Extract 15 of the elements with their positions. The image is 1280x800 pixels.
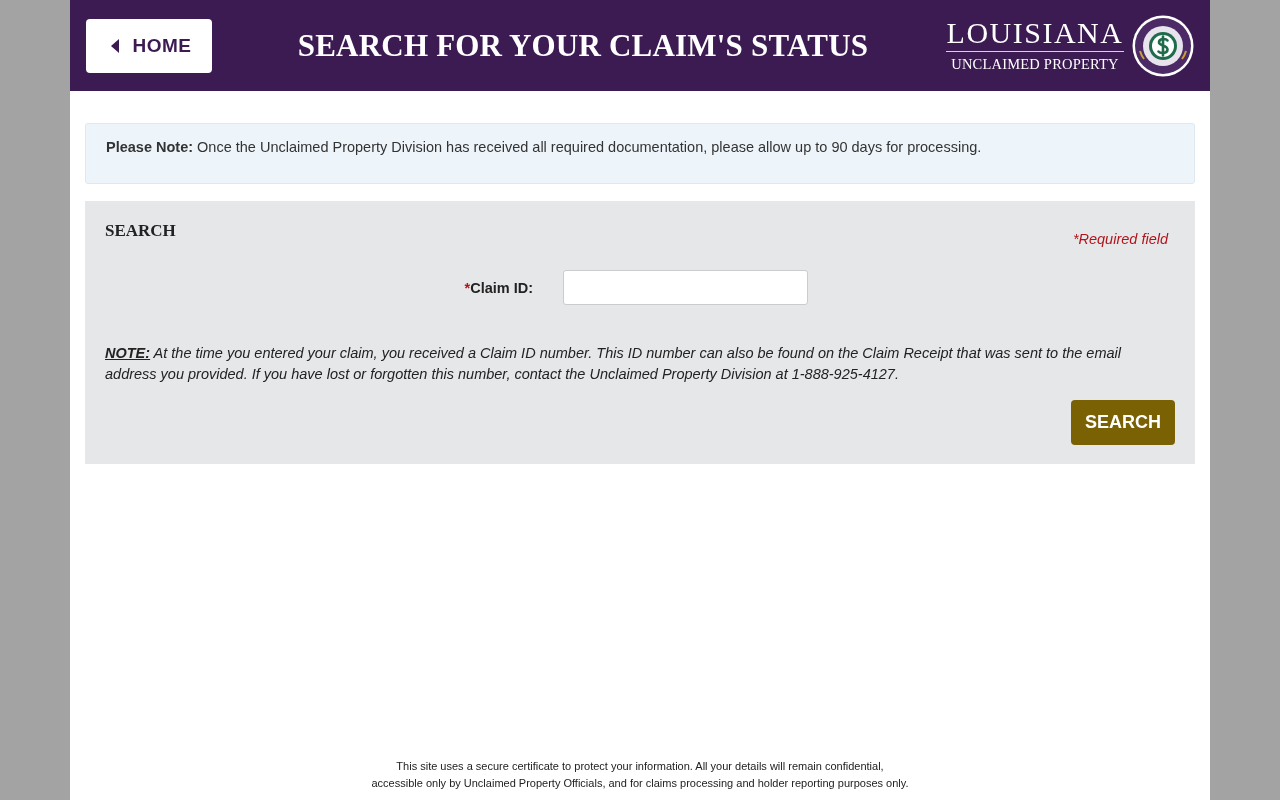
logo-title: LOUISIANA (946, 17, 1124, 52)
claim-id-input[interactable] (563, 270, 808, 305)
notice-text: Please Note: Once the Unclaimed Property Division has received all required documentation, please allow up to 90 days for processing. (106, 138, 983, 157)
home-button[interactable]: HOME (86, 18, 212, 73)
required-field-note: *Required field (1072, 231, 1168, 247)
footer-text: This site uses a secure certificate to protect your information. All your details will remain confidential, (396, 759, 884, 774)
caret-icon (110, 38, 119, 53)
search-button[interactable]: SEARCH (1071, 400, 1175, 445)
section-heading: SEARCH (105, 221, 176, 241)
claim-id-label: *Claim ID: (463, 279, 534, 296)
note-text: NOTE: At the time you entered your claim, you received a Claim ID number. This ID number can also be found on the Claim Receipt that was sent to the email address you provided. If you have lost or forgotten this number, contact the Unclaimed Property Division at 1-888-925-4127. (105, 344, 1123, 384)
logo-subtitle: UNCLAIMED PROPERTY (951, 54, 1119, 74)
footer-text: accessible only by Unclaimed Property Officials, and for claims processing and holder reporting purposes only. (371, 776, 909, 791)
page-title: SEARCH FOR YOUR CLAIM'S STATUS (296, 27, 870, 64)
dollar-seal-icon (1132, 14, 1194, 77)
